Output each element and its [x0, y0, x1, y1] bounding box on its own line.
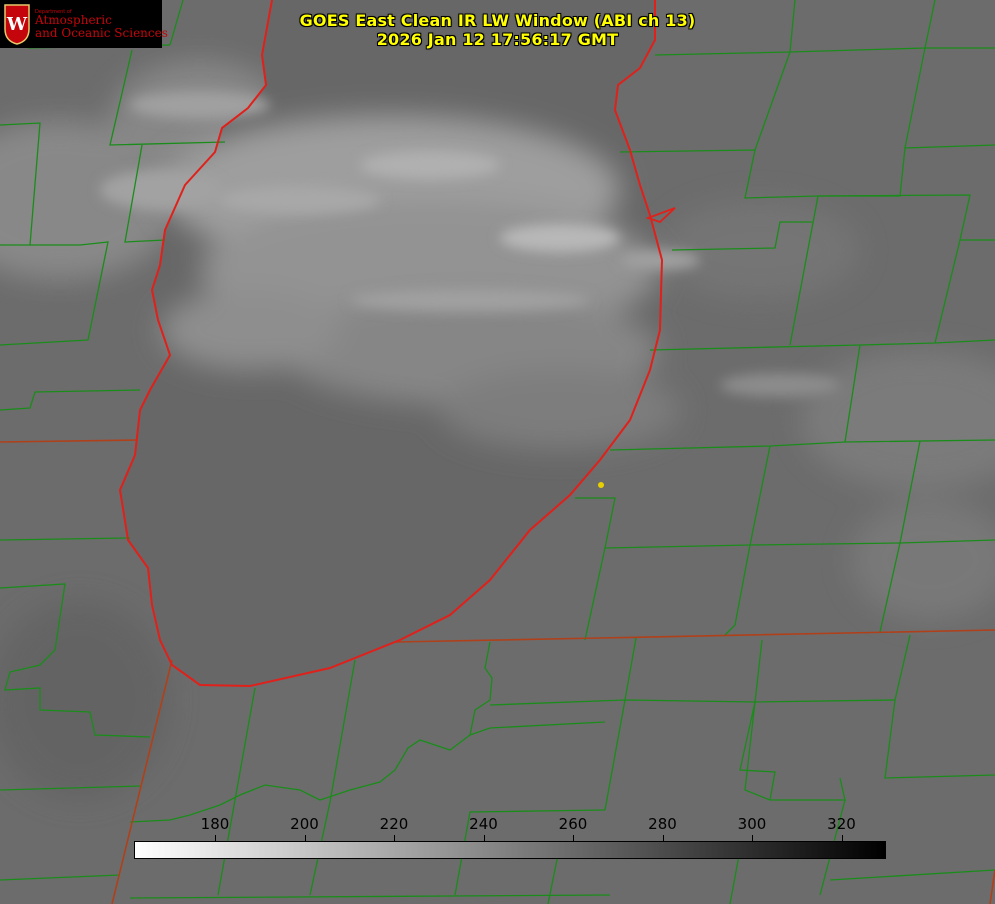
colorbar-tick-label: 200	[290, 815, 319, 833]
colorbar-tick-label: 240	[469, 815, 498, 833]
colorbar-tick-label: 320	[827, 815, 856, 833]
colorbar-tick-label: 260	[558, 815, 588, 833]
colorbar-tick-label: 280	[648, 815, 677, 833]
image-title: GOES East Clean IR LW Window (ABI ch 13)	[299, 11, 696, 30]
colorbar-tick-label: 300	[737, 815, 767, 833]
colorbar-tick-label: 180	[200, 815, 230, 833]
image-timestamp: 2026 Jan 12 17:56:17 GMT	[376, 30, 619, 49]
temperature-colorbar	[134, 841, 886, 859]
satellite-image-viewer	[0, 0, 995, 904]
colorbar-tick-label: 220	[379, 815, 409, 833]
location-marker	[598, 482, 604, 488]
